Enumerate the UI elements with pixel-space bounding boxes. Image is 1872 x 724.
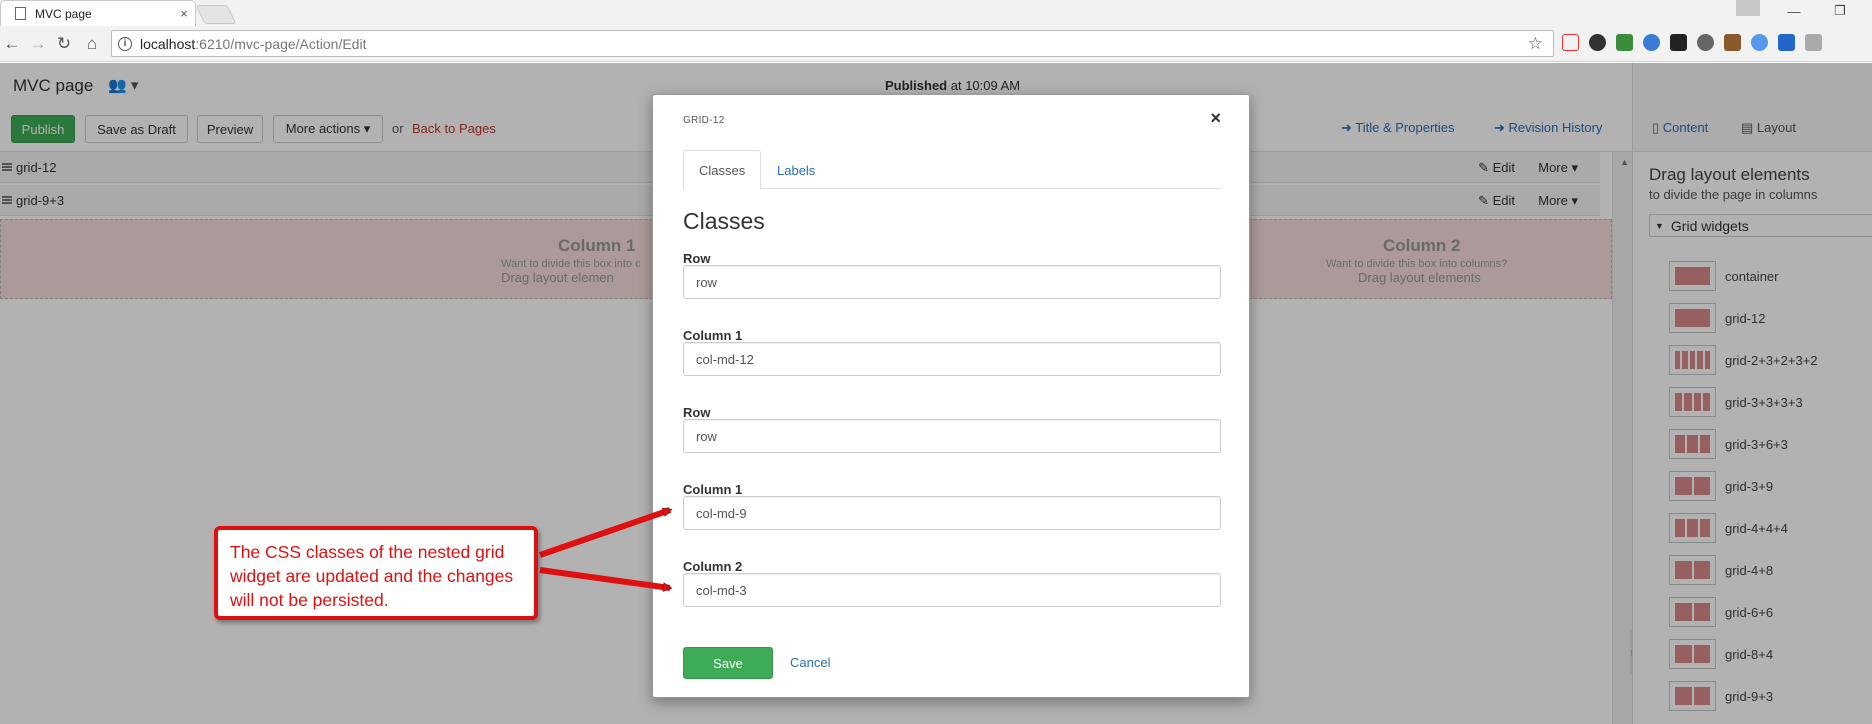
tab-classes[interactable]: Classes <box>683 150 762 190</box>
extension-icon[interactable] <box>1751 34 1768 51</box>
url-host: localhost <box>140 35 196 52</box>
home-icon[interactable]: ⌂ <box>80 32 104 56</box>
extension-icons <box>1562 34 1822 51</box>
minimize-button[interactable]: — <box>1774 0 1814 22</box>
row-class-input[interactable] <box>683 265 1221 299</box>
dialog-tabs: Classes Labels <box>683 150 1221 190</box>
dialog-title: GRID-12 <box>683 115 725 126</box>
section-title: Classes <box>683 208 765 234</box>
extension-icon[interactable] <box>1724 34 1741 51</box>
browser-tab[interactable]: MVC page × <box>0 0 196 26</box>
save-button[interactable]: Save <box>683 647 773 679</box>
extension-icon[interactable] <box>1778 34 1795 51</box>
settings-gear-icon[interactable] <box>1589 34 1606 51</box>
column-1-field-label: Column 1 <box>683 328 743 343</box>
url-path: :6210/mvc-page/Action/Edit <box>195 35 367 52</box>
chart-extension-icon[interactable] <box>1616 34 1633 51</box>
back-arrow-icon[interactable]: ← <box>0 32 24 56</box>
address-bar[interactable]: i localhost:6210/mvc-page/Action/Edit ☆ <box>111 30 1554 57</box>
tab-title: MVC page <box>35 6 92 21</box>
extension-icon[interactable] <box>1805 34 1822 51</box>
extension-icon[interactable] <box>1562 34 1579 51</box>
cancel-link[interactable]: Cancel <box>790 655 830 670</box>
extension-icon[interactable] <box>1670 34 1687 51</box>
bookmark-star-icon[interactable]: ☆ <box>1528 34 1543 54</box>
row-field-label: Row <box>683 251 711 266</box>
new-tab-button[interactable] <box>195 5 237 24</box>
tab-labels[interactable]: Labels <box>762 150 830 190</box>
nested-row-class-input[interactable] <box>683 419 1221 453</box>
nested-row-field-label: Row <box>683 405 711 420</box>
nested-column-2-field-label: Column 2 <box>683 559 743 574</box>
close-icon[interactable]: × <box>1210 108 1221 129</box>
extension-icon[interactable] <box>1697 34 1714 51</box>
browser-tabstrip: MVC page × — ❐ <box>0 0 1872 26</box>
annotation-callout: The CSS classes of the nested grid widge… <box>214 526 538 620</box>
nested-column-2-class-input[interactable] <box>683 573 1221 607</box>
page-icon <box>15 7 26 20</box>
grid-settings-dialog: GRID-12 × Classes Labels Classes Row Col… <box>652 94 1250 698</box>
nested-column-1-field-label: Column 1 <box>683 482 743 497</box>
forward-arrow-icon[interactable]: → <box>26 32 50 56</box>
browser-toolbar: ← → ↻ ⌂ i localhost:6210/mvc-page/Action… <box>0 26 1872 62</box>
info-icon[interactable]: i <box>118 36 132 51</box>
reload-icon[interactable]: ↻ <box>52 32 76 56</box>
extension-icon[interactable] <box>1643 34 1660 51</box>
restore-button[interactable]: ❐ <box>1820 0 1860 22</box>
profile-avatar-icon[interactable] <box>1736 0 1760 16</box>
column-1-class-input[interactable] <box>683 342 1221 376</box>
tab-close-icon[interactable]: × <box>173 6 195 21</box>
nested-column-1-class-input[interactable] <box>683 496 1221 530</box>
